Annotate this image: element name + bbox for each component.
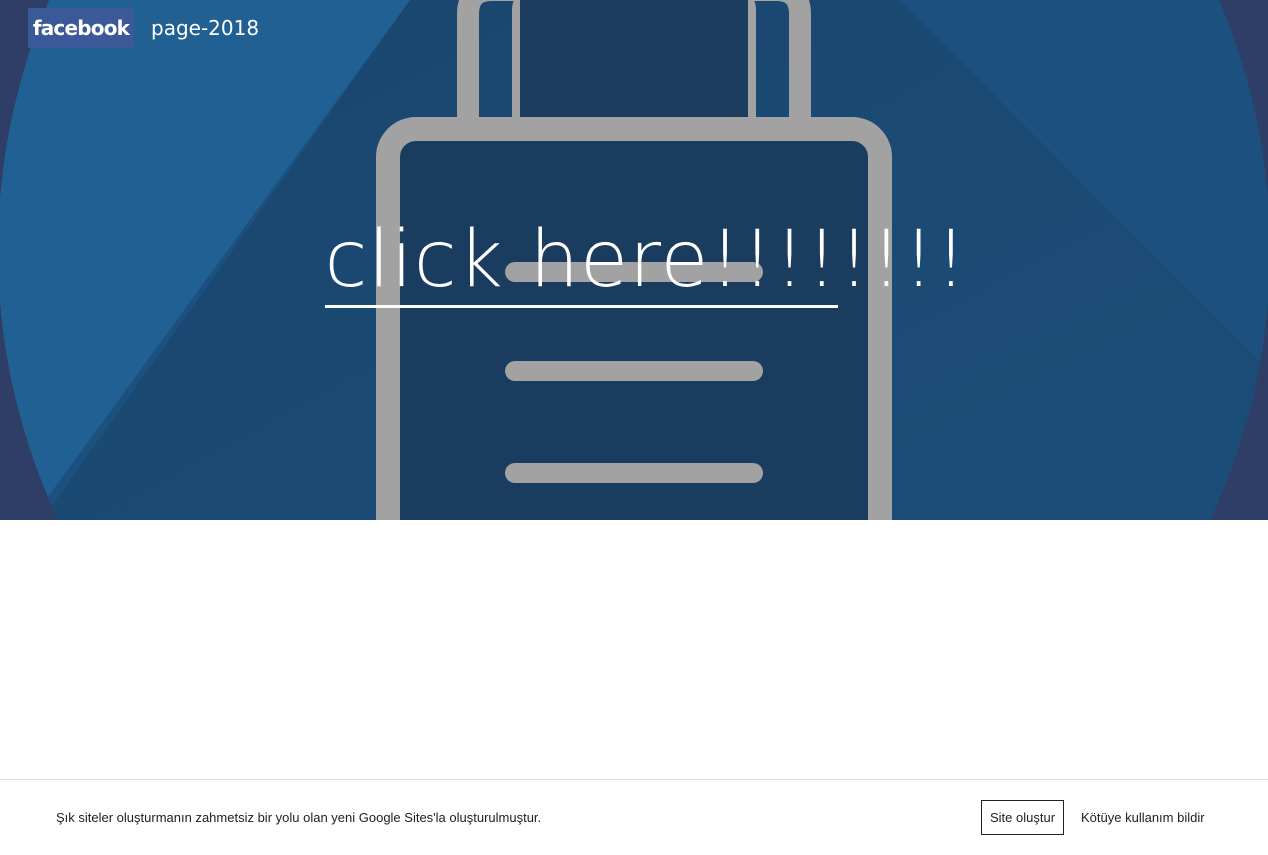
click-here-link[interactable]: click here!!!!!!!! bbox=[324, 212, 968, 308]
click-here-trailing-text: !!!! bbox=[838, 215, 968, 305]
footer: Şık siteler oluşturmanın zahmetsiz bir y… bbox=[0, 779, 1268, 855]
report-abuse-link[interactable]: Kötüye kullanım bildir bbox=[1081, 810, 1205, 825]
facebook-logo[interactable]: facebook bbox=[28, 8, 134, 48]
hero-link-container: click here!!!!!!!! bbox=[0, 212, 1268, 308]
hero-banner: facebook page-2018 click here!!!!!!!! bbox=[0, 0, 1268, 520]
click-here-underlined-text: click here!!!! bbox=[324, 215, 839, 308]
logo-text: facebook bbox=[32, 16, 130, 40]
page: facebook page-2018 click here!!!!!!!! Şı… bbox=[0, 0, 1268, 855]
site-title[interactable]: page-2018 bbox=[151, 16, 259, 40]
create-site-button[interactable]: Site oluştur bbox=[981, 800, 1065, 835]
footer-google-sites-text: Şık siteler oluşturmanın zahmetsiz bir y… bbox=[56, 810, 542, 825]
